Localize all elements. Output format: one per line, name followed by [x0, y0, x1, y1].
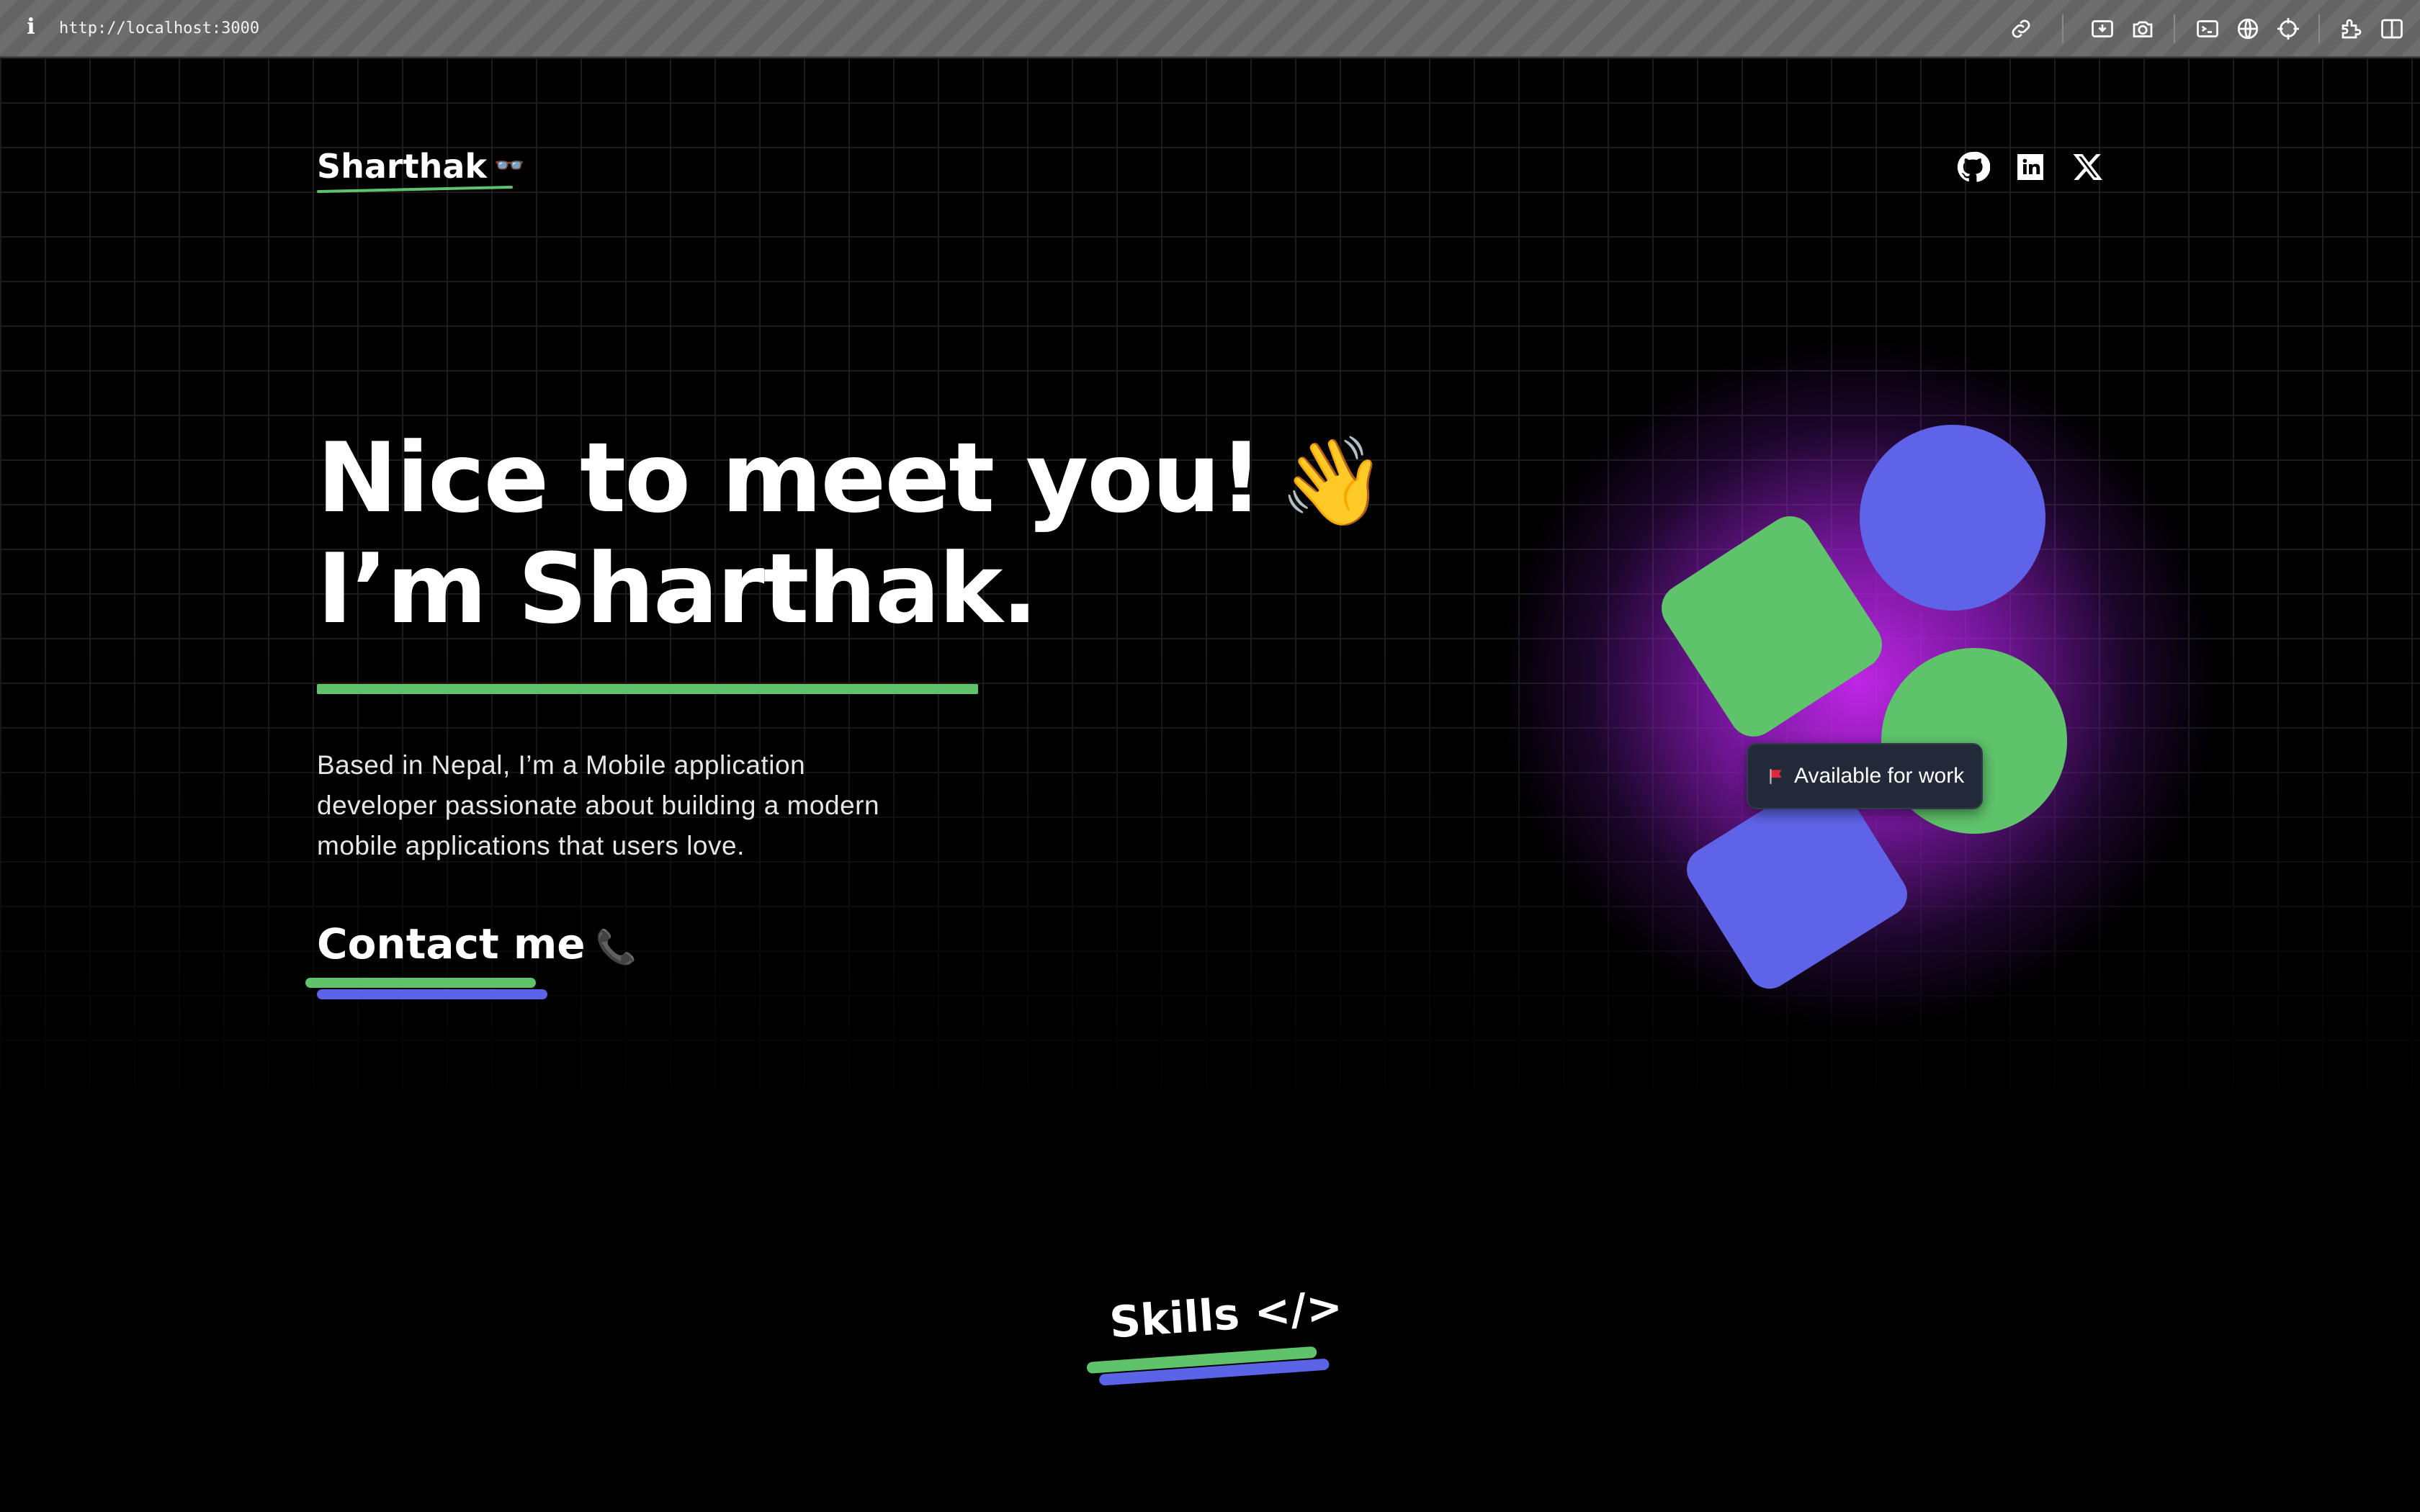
screenshot-icon[interactable] [2130, 16, 2156, 42]
contact-underline-blue [317, 989, 547, 999]
globe-icon[interactable] [2235, 16, 2261, 42]
blue-circle-shape [1860, 425, 2045, 611]
site-logo[interactable]: Sharthak 👓 [317, 144, 524, 188]
browser-toolbar: i http://localhost:3000 [0, 0, 2420, 58]
hero-heading: Nice to meet you! 👋 I’m Sharthak. [317, 422, 1386, 645]
logo-text: Sharthak [317, 147, 487, 186]
name-underline [317, 684, 978, 694]
logo-underline [317, 186, 513, 193]
availability-badge: Available for work [1747, 743, 1983, 809]
info-icon[interactable]: i [22, 13, 40, 42]
contact-label: Contact me [317, 919, 586, 968]
page-content: Sharthak 👓 Nice to meet you! 👋 I’m Shartha… [0, 58, 2420, 1512]
glasses-icon: 👓 [493, 151, 525, 180]
extensions-icon[interactable] [2339, 16, 2365, 42]
skills-section-heading: Skills </> [1075, 1273, 1344, 1435]
hero-bio: Based in Nepal, I’m a Mobile application… [317, 750, 880, 860]
waving-hand-icon: 👋 [1278, 432, 1386, 532]
contact-underline-green [305, 978, 536, 988]
hero-line-name: I’m Sharthak. [317, 533, 1038, 645]
github-icon[interactable] [1955, 150, 1990, 184]
sidebar-icon[interactable] [2379, 16, 2405, 42]
x-icon[interactable] [2071, 150, 2105, 184]
toolbar-divider [2062, 14, 2063, 43]
phone-icon: 📞 [595, 927, 637, 966]
toolbar-divider [2318, 14, 2320, 43]
linkedin-icon[interactable] [2013, 150, 2048, 184]
link-icon[interactable] [2008, 16, 2034, 42]
hero-line-greeting: Nice to meet you! [317, 422, 1263, 534]
toolbar-divider [2174, 14, 2175, 43]
crosshair-icon[interactable] [2275, 16, 2301, 42]
terminal-icon[interactable] [2195, 16, 2220, 42]
availability-text: Available for work [1794, 764, 1965, 788]
address-bar[interactable]: http://localhost:3000 [59, 16, 259, 42]
install-icon[interactable] [2089, 16, 2115, 42]
contact-me-link[interactable]: Contact me 📞 [317, 918, 637, 973]
skills-title: Skills </> [1108, 1282, 1345, 1349]
red-flag-icon [1770, 769, 1782, 784]
